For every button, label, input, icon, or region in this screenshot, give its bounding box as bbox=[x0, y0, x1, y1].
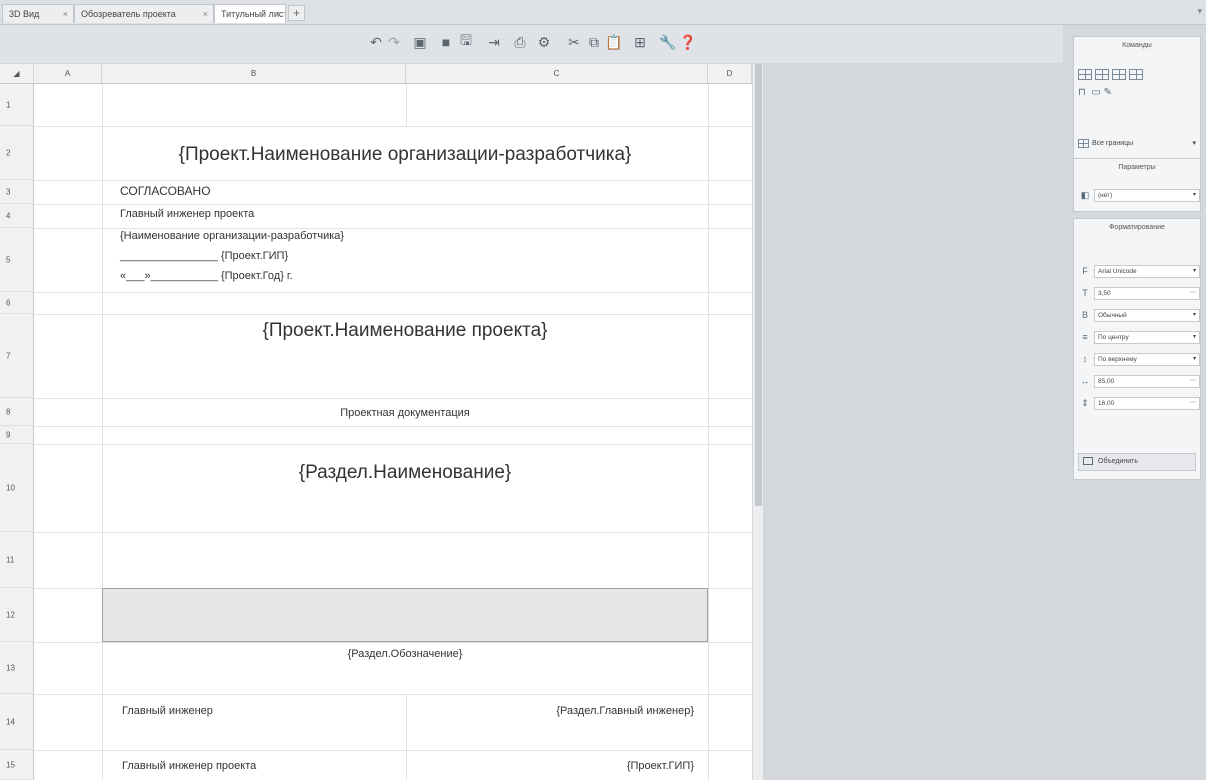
vertical-align-select[interactable]: По верхнему ▾ bbox=[1094, 353, 1200, 366]
font-style-icon: B bbox=[1081, 310, 1088, 320]
horizontal-align-select[interactable]: По центру ▾ bbox=[1094, 331, 1200, 344]
chevron-down-icon: ▾ bbox=[1192, 140, 1196, 147]
org-name-small: {Наименование организации-разработчика} bbox=[120, 230, 345, 242]
table-icon[interactable]: ⊞ bbox=[632, 34, 648, 50]
row-height-icon: ⇕ bbox=[1081, 398, 1089, 408]
redo-icon[interactable]: ↷ bbox=[386, 34, 402, 50]
font-style-select[interactable]: Обычный ▾ bbox=[1094, 309, 1200, 322]
font-size-icon: T bbox=[1082, 288, 1088, 298]
section-chief-engineer-value: {Раздел.Главный инженер} bbox=[556, 705, 694, 717]
undo-icon[interactable]: ↶ bbox=[368, 34, 384, 50]
insert-row-icon[interactable]: ⊓ bbox=[1078, 87, 1086, 98]
border-vertical-icon[interactable] bbox=[1112, 69, 1126, 80]
border-inner-icon[interactable] bbox=[1078, 69, 1092, 80]
tab-3d-view[interactable]: 3D Вид × bbox=[2, 4, 74, 23]
approved-label: СОГЛАСОВАНО bbox=[120, 184, 211, 198]
parameters-panel: Параметры ◧ (нет) ▾ bbox=[1073, 158, 1201, 212]
formatting-title: Форматирование bbox=[1109, 224, 1165, 231]
row-header[interactable]: 3 bbox=[0, 180, 34, 204]
column-header-c[interactable]: C bbox=[406, 64, 708, 84]
chevron-down-icon: ▾ bbox=[1192, 192, 1196, 198]
row-header[interactable]: 12 bbox=[0, 588, 34, 642]
project-name-heading: {Проект.Наименование проекта} bbox=[262, 320, 548, 341]
project-chief-engineer-label: Главный инженер проекта bbox=[122, 760, 257, 772]
add-tab-button[interactable]: + bbox=[288, 5, 305, 21]
all-borders-dropdown[interactable]: Все границы ▾ bbox=[1078, 137, 1196, 151]
chevron-down-icon: ▾ bbox=[1192, 312, 1196, 318]
project-gip-value: {Проект.ГИП} bbox=[626, 760, 694, 772]
section-name-heading: {Раздел.Наименование} bbox=[298, 462, 512, 483]
gip-signature-line: ________________ {Проект.ГИП} bbox=[120, 250, 289, 262]
edit-cell-icon[interactable]: ✎ bbox=[1104, 87, 1112, 98]
row-header[interactable]: 5 bbox=[0, 228, 34, 292]
scrollbar-thumb[interactable] bbox=[755, 64, 762, 506]
close-icon[interactable]: × bbox=[63, 5, 68, 23]
all-borders-icon bbox=[1078, 138, 1089, 148]
row-header[interactable]: 6 bbox=[0, 292, 34, 314]
parameters-title: Параметры bbox=[1118, 164, 1156, 171]
column-header-b[interactable]: B bbox=[102, 64, 406, 84]
chevron-down-icon[interactable]: ▾ bbox=[1197, 6, 1202, 17]
row-header[interactable]: 8 bbox=[0, 398, 34, 426]
row-header[interactable]: 15 bbox=[0, 750, 34, 780]
tab-bar: 3D Вид × Обозреватель проекта × Титульный … bbox=[0, 0, 1206, 25]
parameter-select[interactable]: (нет) ▾ bbox=[1094, 189, 1200, 202]
border-outer-icon[interactable] bbox=[1129, 69, 1143, 80]
merge-icon bbox=[1083, 457, 1093, 466]
row-header[interactable]: 1 bbox=[0, 84, 34, 126]
cut-icon[interactable]: ✂ bbox=[566, 34, 582, 50]
close-icon[interactable]: × bbox=[275, 5, 280, 23]
folder-icon[interactable]: ■ bbox=[438, 34, 454, 50]
settings-icon[interactable]: ⚙ bbox=[536, 34, 552, 50]
column-header-d[interactable]: D bbox=[708, 64, 752, 84]
export-icon[interactable]: ⇥ bbox=[486, 34, 502, 50]
chief-engineer-sign-label: Главный инженер bbox=[122, 705, 213, 717]
font-size-field[interactable]: 3,50 ⋯ bbox=[1094, 287, 1200, 300]
toolbar bbox=[0, 25, 1063, 63]
font-select[interactable]: Arial Unicode ▾ bbox=[1094, 265, 1200, 278]
row-header[interactable]: 11 bbox=[0, 532, 34, 588]
chevron-down-icon: ▾ bbox=[1192, 356, 1196, 362]
commands-title: Команды bbox=[1122, 42, 1152, 49]
date-line: «___»___________ {Проект.Год} г. bbox=[120, 270, 293, 282]
chevron-down-icon: ▾ bbox=[1192, 268, 1196, 274]
row-header[interactable]: 2 bbox=[0, 126, 34, 180]
wrench-icon[interactable]: 🔧 bbox=[659, 34, 676, 50]
merge-cells-button[interactable]: Объединить bbox=[1078, 453, 1196, 471]
spreadsheet[interactable]: ◢ A B C D 1 2 3 4 5 6 7 8 9 10 11 12 13 … bbox=[0, 64, 752, 780]
font-icon: F bbox=[1082, 266, 1088, 276]
row-header[interactable]: 4 bbox=[0, 204, 34, 228]
column-width-icon: ↔ bbox=[1080, 376, 1090, 386]
copy-format-icon[interactable]: ▣ bbox=[412, 34, 428, 50]
project-doc-label: Проектная документация bbox=[340, 407, 470, 419]
row-height-field[interactable]: 16,00 ⋯ bbox=[1094, 397, 1200, 410]
save-icon[interactable]: 🖫 bbox=[458, 32, 474, 50]
row-header[interactable]: 10 bbox=[0, 444, 34, 532]
tab-project-browser[interactable]: Обозреватель проекта × bbox=[74, 4, 214, 23]
border-horizontal-icon[interactable] bbox=[1095, 69, 1109, 80]
org-name-heading: {Проект.Наименование организации-разрабо… bbox=[178, 144, 632, 165]
insert-column-icon[interactable]: ▭ bbox=[1091, 87, 1100, 98]
row-header[interactable]: 7 bbox=[0, 314, 34, 398]
paste-icon[interactable]: 📋 bbox=[605, 34, 622, 50]
copy-icon[interactable]: ⧉ bbox=[586, 34, 602, 50]
help-icon[interactable]: ❓ bbox=[679, 34, 696, 50]
row-header[interactable]: 14 bbox=[0, 694, 34, 750]
row-header[interactable]: 13 bbox=[0, 642, 34, 694]
tab-title-sheet[interactable]: Титульный лист × bbox=[214, 4, 286, 23]
chief-engineer-label: Главный инженер проекта bbox=[120, 208, 255, 220]
merged-cell-gray[interactable] bbox=[102, 588, 708, 642]
close-icon[interactable]: × bbox=[203, 5, 208, 23]
column-width-field[interactable]: 85,00 ⋯ bbox=[1094, 375, 1200, 388]
print-icon[interactable]: ⎙ bbox=[512, 34, 528, 50]
parameter-icon: ◧ bbox=[1080, 190, 1090, 200]
formatting-panel: Форматирование F Arial Unicode ▾ T 3,50 ⋯ BО… bbox=[1073, 218, 1201, 480]
column-header-a[interactable]: A bbox=[34, 64, 102, 84]
horizontal-align-icon: ≡ bbox=[1082, 332, 1088, 342]
section-code-label: {Раздел.Обозначение} bbox=[347, 648, 463, 660]
vertical-align-icon: ↕ bbox=[1082, 354, 1088, 364]
row-header[interactable]: 9 bbox=[0, 426, 34, 444]
select-all-corner[interactable]: ◢ bbox=[0, 64, 34, 84]
chevron-down-icon: ▾ bbox=[1192, 334, 1196, 340]
